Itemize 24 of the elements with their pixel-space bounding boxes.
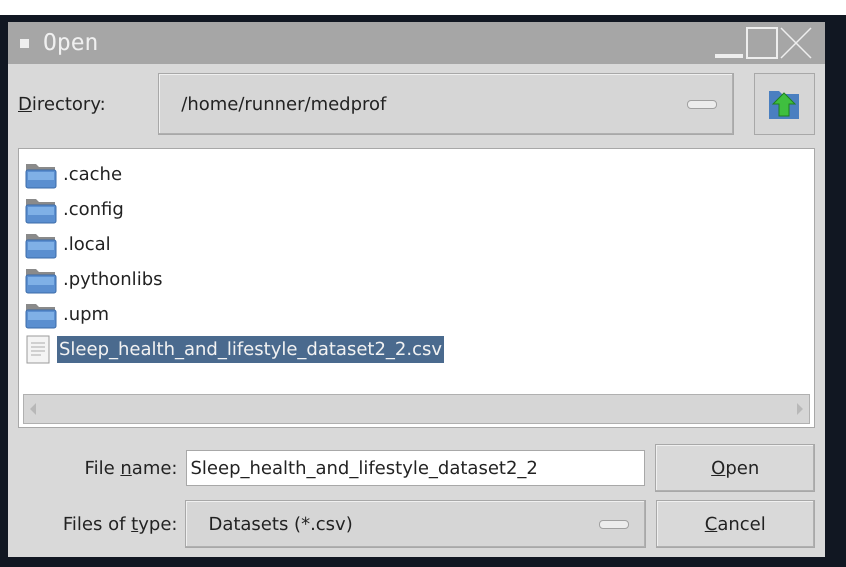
- horizontal-scrollbar[interactable]: [23, 394, 810, 424]
- file-list-item[interactable]: Sleep_health_and_lifestyle_dataset2_2.csv: [57, 336, 444, 363]
- file-list-item[interactable]: .pythonlibs: [61, 266, 164, 293]
- file-list-item[interactable]: .upm: [61, 301, 112, 328]
- close-icon[interactable]: [779, 26, 813, 60]
- window-title: Open: [43, 28, 98, 58]
- directory-dropdown[interactable]: /home/runner/medprof: [158, 73, 734, 135]
- maximize-icon[interactable]: [745, 26, 779, 60]
- file-name-field[interactable]: Sleep_health_and_lifestyle_dataset2_2: [186, 450, 646, 486]
- file-name-label: File name:: [84, 456, 178, 480]
- parent-folder-button[interactable]: [754, 73, 816, 135]
- dropdown-indicator-icon: [686, 100, 717, 108]
- cancel-button[interactable]: Cancel: [656, 500, 815, 548]
- scroll-right-icon[interactable]: [795, 402, 805, 416]
- file-list-item[interactable]: .local: [61, 231, 113, 258]
- file-list-item[interactable]: .cache: [61, 161, 124, 188]
- open-button[interactable]: Open: [655, 444, 815, 492]
- file-type-label: Files of type:: [62, 512, 178, 536]
- window-menu-icon[interactable]: [20, 38, 29, 48]
- directory-label: Directory:: [18, 92, 107, 116]
- file-type-dropdown[interactable]: Datasets (*.csv): [185, 500, 646, 548]
- file-list-item[interactable]: .config: [61, 196, 126, 223]
- dropdown-indicator-icon: [598, 520, 628, 528]
- scroll-left-icon[interactable]: [28, 402, 38, 416]
